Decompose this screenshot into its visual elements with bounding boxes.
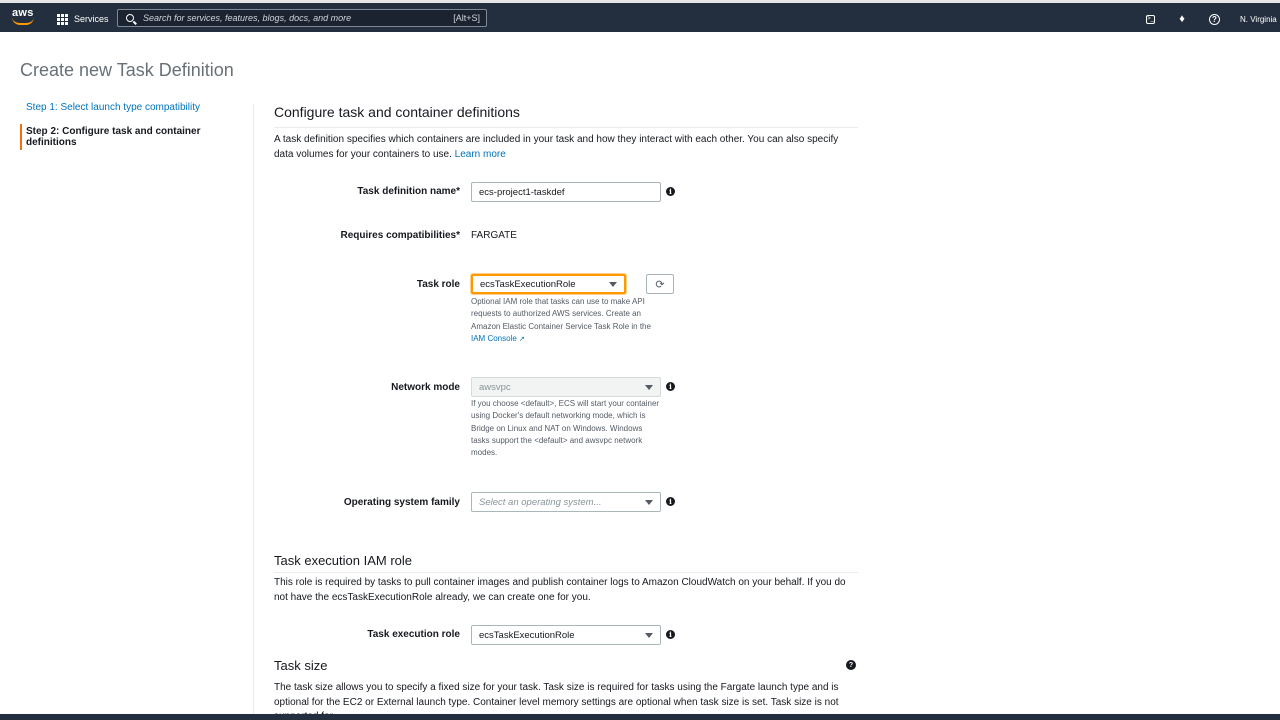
task-definition-name-input[interactable]: ecs-project1-taskdef	[471, 182, 661, 202]
chevron-down-icon	[645, 499, 653, 505]
requires-compatibilities-value: FARGATE	[471, 230, 517, 241]
configure-description: A task definition specifies which contai…	[274, 133, 858, 162]
section-divider	[274, 572, 858, 573]
cloudshell-icon[interactable]: >_	[1146, 14, 1155, 24]
task-execution-role-select[interactable]: ecsTaskExecutionRole	[471, 625, 661, 645]
info-icon[interactable]: i	[666, 497, 675, 506]
os-family-select[interactable]: Select an operating system...	[471, 492, 661, 512]
task-execution-role-label: Task execution role	[367, 629, 460, 640]
grid-icon	[57, 13, 68, 25]
aws-logo[interactable]: aws	[12, 7, 36, 27]
step-1-link[interactable]: Step 1: Select launch type compatibility	[20, 100, 250, 115]
help-icon[interactable]: ?	[1209, 13, 1220, 25]
configure-section-title: Configure task and container definitions	[274, 104, 520, 120]
learn-more-link[interactable]: Learn more	[455, 149, 506, 160]
page-title: Create new Task Definition	[20, 60, 234, 80]
search-shortcut: [Alt+S]	[453, 13, 480, 23]
network-mode-value: awsvpc	[479, 381, 511, 393]
os-family-label: Operating system family	[343, 497, 460, 508]
search-icon	[126, 14, 134, 22]
task-size-section-title: Task size	[274, 658, 328, 673]
task-role-label: Task role	[416, 279, 460, 290]
sidebar-divider	[253, 104, 254, 720]
network-mode-select: awsvpc	[471, 377, 661, 397]
bell-icon[interactable]: ♦	[1175, 12, 1189, 26]
external-link-icon: ↗	[519, 335, 525, 343]
refresh-icon: ⟳	[655, 278, 665, 291]
configure-description-text: A task definition specifies which contai…	[274, 134, 839, 160]
task-role-help-text: Optional IAM role that tasks can use to …	[471, 297, 651, 331]
help-icon[interactable]: ?	[846, 660, 856, 670]
chevron-down-icon	[645, 632, 653, 638]
top-icons: >_ ♦ ? N. Virginia	[1146, 11, 1280, 27]
wizard-steps: Step 1: Select launch type compatibility…	[20, 100, 250, 159]
exec-role-description: This role is required by tasks to pull c…	[274, 577, 846, 603]
info-icon[interactable]: i	[666, 630, 675, 639]
task-role-value: ecsTaskExecutionRole	[480, 278, 576, 290]
info-icon[interactable]: i	[666, 187, 675, 196]
task-size-description: The task size allows you to specify a fi…	[274, 682, 839, 714]
task-definition-name-label: Task definition name*	[357, 186, 460, 197]
refresh-task-role-button[interactable]: ⟳	[646, 274, 674, 294]
exec-role-section-title: Task execution IAM role	[274, 553, 413, 568]
chevron-down-icon	[645, 384, 653, 390]
services-label: Services	[74, 14, 109, 24]
section-divider	[274, 127, 858, 128]
search-placeholder: Search for services, features, blogs, do…	[143, 13, 352, 23]
network-mode-label: Network mode	[391, 382, 460, 393]
task-execution-role-value: ecsTaskExecutionRole	[479, 629, 575, 641]
network-mode-help: If you choose <default>, ECS will start …	[471, 399, 660, 458]
services-menu-button[interactable]: Services	[57, 11, 109, 27]
chevron-down-icon	[609, 281, 617, 287]
search-input[interactable]: Search for services, features, blogs, do…	[117, 9, 487, 27]
os-family-placeholder: Select an operating system...	[479, 496, 602, 508]
requires-compatibilities-label: Requires compatibilities*	[340, 230, 460, 241]
task-role-help: Optional IAM role that tasks can use to …	[471, 296, 661, 346]
iam-console-link[interactable]: IAM Console	[471, 334, 517, 343]
region-selector[interactable]: N. Virginia	[1240, 15, 1280, 24]
task-role-select[interactable]: ecsTaskExecutionRole	[471, 274, 626, 294]
top-navigation-bar: aws Services Search for services, featur…	[0, 0, 1280, 32]
info-icon[interactable]: i	[666, 382, 675, 391]
step-2-active: Step 2: Configure task and container def…	[20, 124, 250, 150]
footer-bar	[0, 714, 1280, 720]
